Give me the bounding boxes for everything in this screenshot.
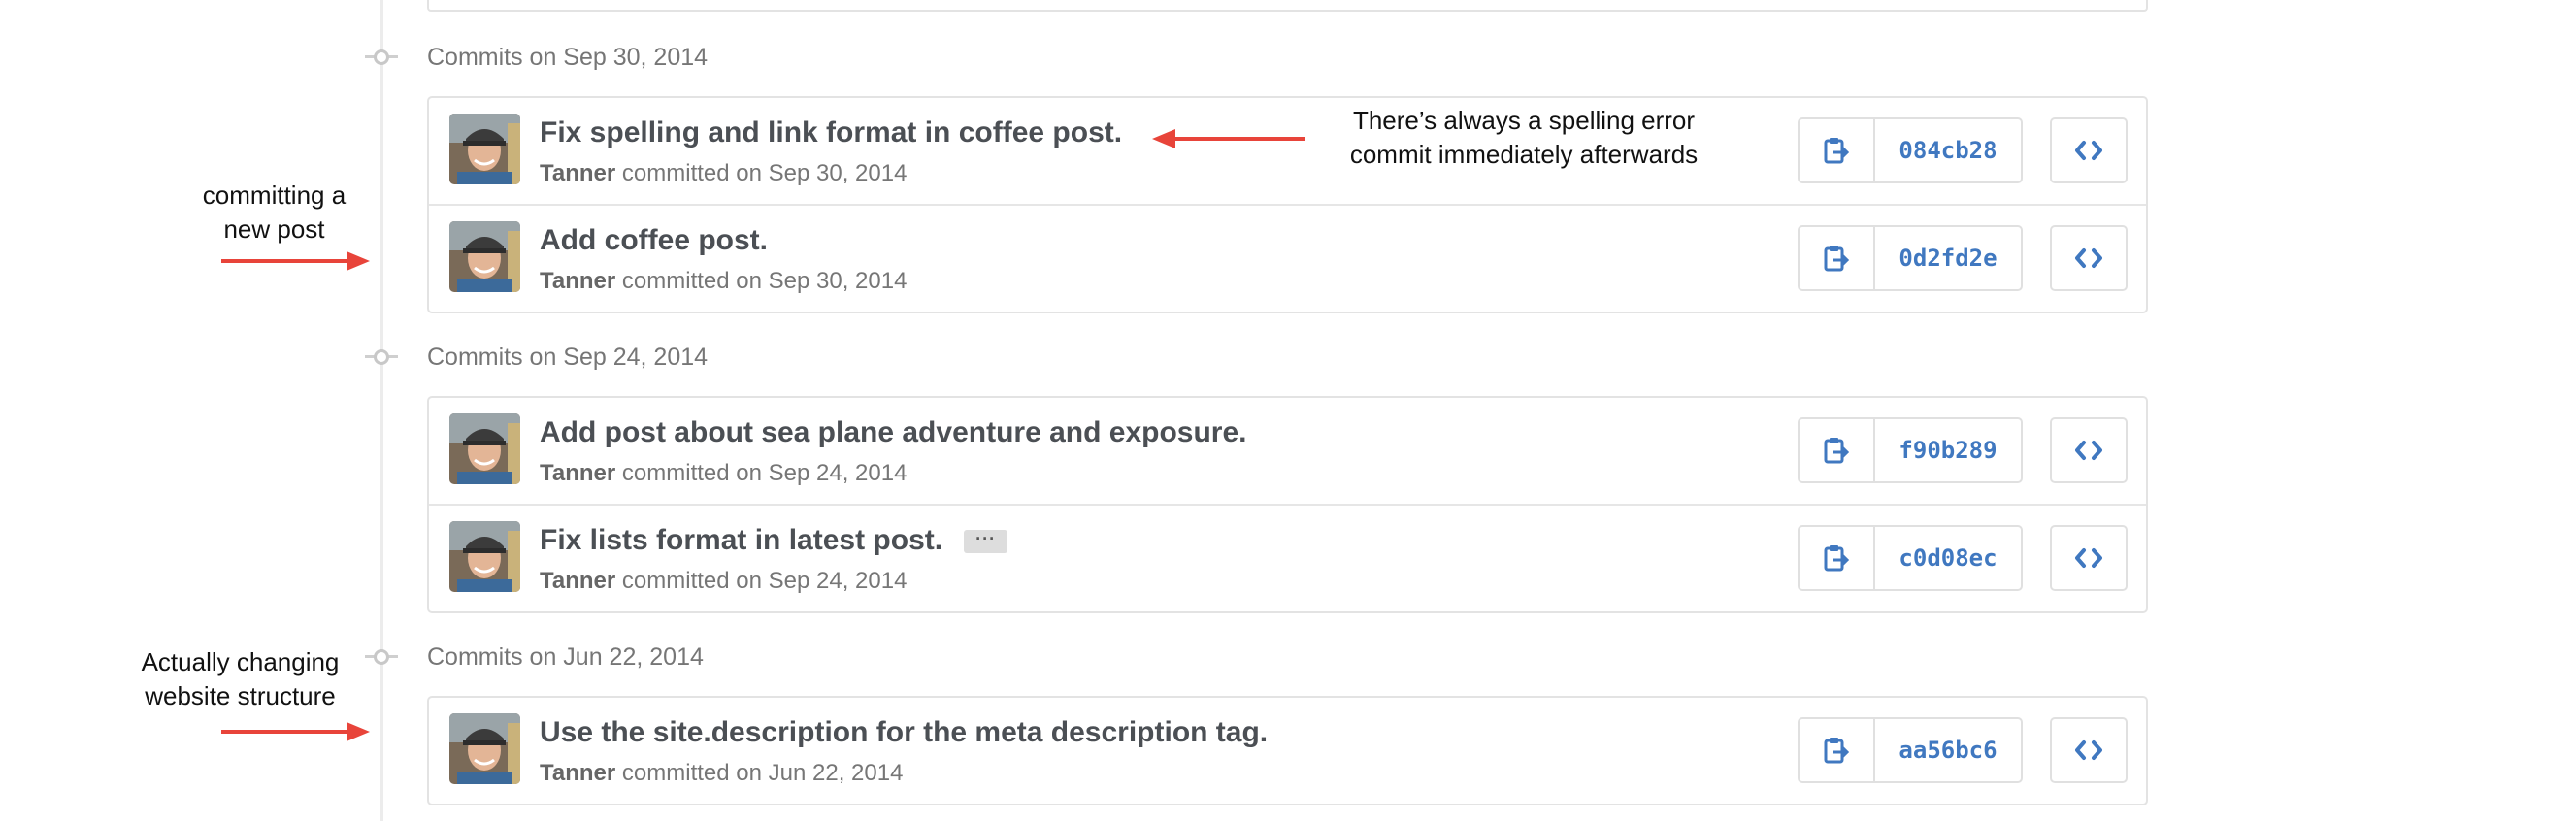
browse-files-button[interactable] [2050, 225, 2128, 291]
commit-message[interactable]: Add post about sea plane adventure and e… [540, 416, 1246, 449]
commit-list: Add post about sea plane adventure and e… [427, 396, 2148, 613]
structure-annotation: Actually changing website structure [141, 647, 340, 710]
sha-button-group: 0d2fd2e [1798, 225, 2023, 291]
expand-message-button[interactable]: ··· [964, 530, 1008, 554]
annotation-arrow-right [221, 251, 370, 271]
browse-files-button[interactable] [2050, 117, 2128, 183]
clipboard-icon [1824, 738, 1849, 764]
commit-date: committed on Jun 22, 2014 [621, 760, 904, 786]
clipboard-icon [1824, 438, 1849, 464]
code-icon [2075, 740, 2102, 760]
code-icon [2075, 548, 2102, 568]
commit-row: Add coffee post. Tanner committed on Sep… [429, 204, 2146, 310]
commit-date: committed on Sep 30, 2014 [621, 268, 908, 294]
spelling-annotation: There’s always a spelling error commit i… [1349, 106, 1699, 169]
commit-date: committed on Sep 24, 2014 [621, 460, 908, 486]
clipboard-icon [1824, 138, 1849, 164]
commit-meta: Tanner committed on Sep 24, 2014 [540, 460, 907, 487]
annotation-arrow-left [1152, 129, 1305, 148]
commit-meta: Tanner committed on Sep 30, 2014 [540, 160, 907, 187]
annotation-arrow-right [221, 722, 370, 741]
commit-message[interactable]: Use the site.description for the meta de… [540, 716, 1268, 749]
sha-button-group: aa56bc6 [1798, 717, 2023, 783]
commit-row: Use the site.description for the meta de… [429, 698, 2146, 804]
commit-group-header: Commits on Jun 22, 2014 [365, 638, 704, 676]
copy-sha-button[interactable] [1800, 227, 1875, 289]
commit-date: committed on Sep 30, 2014 [621, 160, 908, 186]
clipboard-icon [1824, 545, 1849, 572]
avatar[interactable] [449, 114, 520, 184]
clipboard-icon [1824, 246, 1849, 272]
commit-group-header: Commits on Sep 24, 2014 [365, 338, 708, 377]
copy-sha-button[interactable] [1800, 719, 1875, 781]
commit-author[interactable]: Tanner [540, 760, 615, 786]
commit-node-icon [365, 341, 398, 374]
browse-files-button[interactable] [2050, 717, 2128, 783]
commit-meta: Tanner committed on Sep 30, 2014 [540, 268, 907, 295]
commit-meta: Tanner committed on Sep 24, 2014 [540, 568, 907, 595]
code-icon [2075, 441, 2102, 460]
commit-author[interactable]: Tanner [540, 568, 615, 594]
copy-sha-button[interactable] [1800, 119, 1875, 181]
commit-date: committed on Sep 24, 2014 [621, 568, 908, 594]
commit-meta: Tanner committed on Jun 22, 2014 [540, 760, 903, 787]
commit-message[interactable]: Fix lists format in latest post. ··· [540, 524, 1008, 557]
timeline-line [380, 0, 383, 821]
commit-row: Fix lists format in latest post. ··· Tann… [429, 504, 2146, 609]
commit-message[interactable]: Fix spelling and link format in coffee p… [540, 116, 1122, 149]
browse-files-button[interactable] [2050, 525, 2128, 591]
code-icon [2075, 248, 2102, 268]
avatar[interactable] [449, 521, 520, 592]
new-post-annotation: committing a new post [202, 181, 347, 244]
commit-author[interactable]: Tanner [540, 460, 615, 486]
sha-button-group: f90b289 [1798, 417, 2023, 483]
copy-sha-button[interactable] [1800, 419, 1875, 481]
commit-node-icon [365, 41, 398, 74]
commit-sha-link[interactable]: c0d08ec [1875, 527, 2021, 589]
commit-author[interactable]: Tanner [540, 268, 615, 294]
commit-group-header: Commits on Sep 30, 2014 [365, 38, 708, 77]
commit-message[interactable]: Add coffee post. [540, 224, 768, 257]
sha-button-group: c0d08ec [1798, 525, 2023, 591]
group-date-label: Commits on Sep 30, 2014 [427, 43, 709, 71]
commit-sha-link[interactable]: aa56bc6 [1875, 719, 2021, 781]
previous-commit-list [427, 0, 2148, 12]
commit-author[interactable]: Tanner [540, 160, 615, 186]
commit-node-icon [365, 640, 398, 673]
avatar[interactable] [449, 713, 520, 784]
browse-files-button[interactable] [2050, 417, 2128, 483]
commit-sha-link[interactable]: f90b289 [1875, 419, 2021, 481]
sha-button-group: 084cb28 [1798, 117, 2023, 183]
commit-sha-link[interactable]: 084cb28 [1875, 119, 2021, 181]
copy-sha-button[interactable] [1800, 527, 1875, 589]
code-icon [2075, 141, 2102, 160]
group-date-label: Commits on Sep 24, 2014 [427, 343, 709, 371]
avatar[interactable] [449, 413, 520, 484]
commit-sha-link[interactable]: 0d2fd2e [1875, 227, 2021, 289]
commit-row: Add post about sea plane adventure and e… [429, 398, 2146, 504]
avatar[interactable] [449, 221, 520, 292]
group-date-label: Commits on Jun 22, 2014 [427, 642, 704, 671]
commit-list: Use the site.description for the meta de… [427, 696, 2148, 805]
